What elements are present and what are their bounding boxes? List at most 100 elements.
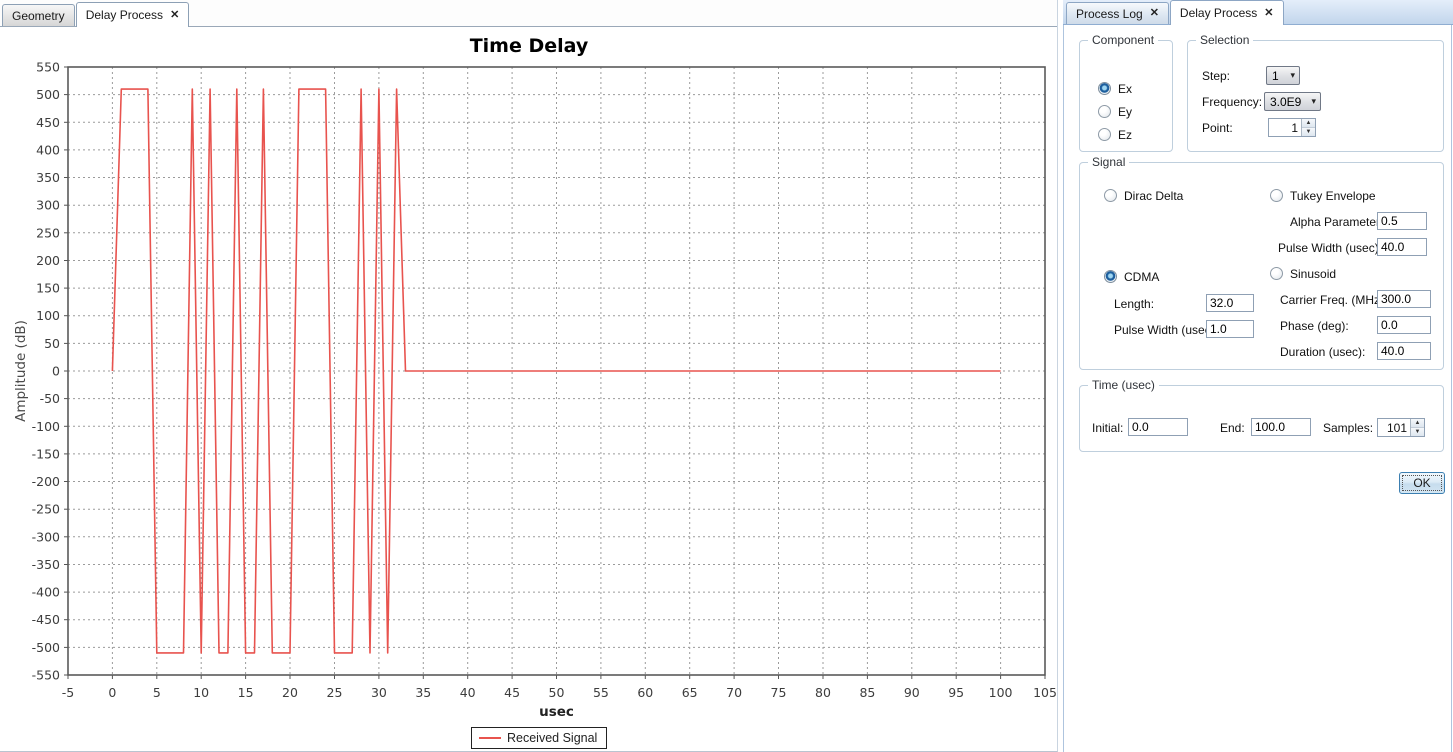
svg-text:85: 85 bbox=[859, 685, 875, 700]
tukey-pulse-width-field[interactable]: 40.0 bbox=[1377, 238, 1427, 256]
delay-process-settings-panel: Component Ex Ey Ez Selection Step: 1 ▾ F… bbox=[1063, 25, 1452, 752]
time-group: Time (usec) Initial: 0.0 End: 100.0 Samp… bbox=[1079, 385, 1444, 452]
svg-text:100: 100 bbox=[36, 308, 60, 323]
point-spinner[interactable]: 1 ▲▼ bbox=[1268, 118, 1316, 137]
svg-text:Amplitude (dB): Amplitude (dB) bbox=[13, 320, 29, 422]
cdma-length-field[interactable]: 32.0 bbox=[1206, 294, 1254, 312]
spin-up-icon[interactable]: ▲ bbox=[1411, 419, 1424, 428]
tab-process-log-label: Process Log bbox=[1076, 7, 1143, 21]
frequency-value: 3.0E9 bbox=[1270, 95, 1301, 109]
alpha-parameter-label: Alpha Parameter bbox=[1290, 215, 1380, 229]
initial-label: Initial: bbox=[1092, 421, 1123, 435]
svg-text:450: 450 bbox=[36, 115, 60, 130]
frequency-combobox[interactable]: 3.0E9 ▾ bbox=[1264, 92, 1321, 111]
svg-text:-450: -450 bbox=[32, 612, 60, 627]
svg-text:0: 0 bbox=[52, 364, 60, 379]
spin-up-icon[interactable]: ▲ bbox=[1302, 119, 1315, 128]
close-icon[interactable]: ✕ bbox=[1264, 8, 1273, 19]
chevron-down-icon: ▾ bbox=[1290, 70, 1295, 81]
spin-down-icon[interactable]: ▼ bbox=[1411, 428, 1424, 436]
svg-text:-5: -5 bbox=[62, 685, 74, 700]
component-group: Component Ex Ey Ez bbox=[1079, 40, 1173, 152]
svg-text:100: 100 bbox=[989, 685, 1013, 700]
signal-group: Signal Dirac Delta Tukey Envelope Alpha … bbox=[1079, 162, 1444, 370]
svg-text:90: 90 bbox=[904, 685, 920, 700]
svg-text:55: 55 bbox=[593, 685, 609, 700]
end-label: End: bbox=[1220, 421, 1245, 435]
radio-tukey-envelope-label: Tukey Envelope bbox=[1290, 189, 1376, 203]
radio-ex-label: Ex bbox=[1118, 82, 1132, 96]
svg-text:-150: -150 bbox=[32, 446, 60, 461]
tab-delay-process-left-label: Delay Process bbox=[86, 8, 163, 22]
step-combobox[interactable]: 1 ▾ bbox=[1266, 66, 1300, 85]
svg-text:50: 50 bbox=[44, 336, 60, 351]
step-value: 1 bbox=[1272, 69, 1279, 83]
radio-ey-label: Ey bbox=[1118, 105, 1132, 119]
svg-text:20: 20 bbox=[282, 685, 298, 700]
cdma-pulse-width-field[interactable]: 1.0 bbox=[1206, 320, 1254, 338]
close-icon[interactable]: ✕ bbox=[1150, 8, 1159, 19]
carrier-freq-field[interactable]: 300.0 bbox=[1377, 290, 1431, 308]
svg-text:400: 400 bbox=[36, 142, 60, 157]
svg-text:-100: -100 bbox=[32, 419, 60, 434]
ok-button[interactable]: OK bbox=[1399, 472, 1445, 494]
carrier-freq-label: Carrier Freq. (MHz): bbox=[1280, 293, 1387, 307]
svg-text:25: 25 bbox=[327, 685, 343, 700]
tab-delay-process-left[interactable]: Delay Process ✕ bbox=[76, 2, 190, 27]
tab-process-log[interactable]: Process Log ✕ bbox=[1066, 2, 1169, 24]
samples-value: 101 bbox=[1378, 419, 1410, 436]
point-label: Point: bbox=[1202, 121, 1233, 135]
svg-text:550: 550 bbox=[36, 60, 60, 75]
svg-text:45: 45 bbox=[504, 685, 520, 700]
svg-text:30: 30 bbox=[371, 685, 387, 700]
svg-text:50: 50 bbox=[549, 685, 565, 700]
svg-text:35: 35 bbox=[415, 685, 431, 700]
radio-cdma-label: CDMA bbox=[1124, 270, 1159, 284]
svg-text:-550: -550 bbox=[32, 668, 60, 683]
signal-group-title: Signal bbox=[1088, 155, 1129, 169]
svg-text:95: 95 bbox=[948, 685, 964, 700]
samples-label: Samples: bbox=[1323, 421, 1373, 435]
radio-ez-label: Ez bbox=[1118, 128, 1132, 142]
initial-field[interactable]: 0.0 bbox=[1128, 418, 1188, 436]
svg-text:350: 350 bbox=[36, 170, 60, 185]
svg-text:70: 70 bbox=[726, 685, 742, 700]
component-group-title: Component bbox=[1088, 33, 1158, 47]
chart-panel: Geometry Delay Process ✕ -50510152025303… bbox=[0, 0, 1058, 752]
chart-legend: Received Signal bbox=[471, 727, 607, 749]
svg-text:150: 150 bbox=[36, 281, 60, 296]
svg-text:200: 200 bbox=[36, 253, 60, 268]
alpha-parameter-field[interactable]: 0.5 bbox=[1377, 212, 1427, 230]
cdma-pulse-width-label: Pulse Width (usec): bbox=[1114, 323, 1218, 337]
svg-text:-50: -50 bbox=[40, 391, 60, 406]
radio-ey[interactable] bbox=[1098, 105, 1111, 118]
time-delay-chart: -505101520253035404550556065707580859095… bbox=[0, 27, 1058, 752]
selection-group-title: Selection bbox=[1196, 33, 1253, 47]
spinner-buttons[interactable]: ▲▼ bbox=[1410, 419, 1424, 436]
end-field[interactable]: 100.0 bbox=[1251, 418, 1311, 436]
svg-text:80: 80 bbox=[815, 685, 831, 700]
samples-spinner[interactable]: 101 ▲▼ bbox=[1377, 418, 1425, 437]
duration-field[interactable]: 40.0 bbox=[1377, 342, 1431, 360]
radio-ex[interactable] bbox=[1098, 82, 1111, 95]
chart-canvas: -505101520253035404550556065707580859095… bbox=[0, 0, 1058, 752]
tukey-pulse-width-label: Pulse Width (usec): bbox=[1278, 241, 1382, 255]
selection-group: Selection Step: 1 ▾ Frequency: 3.0E9 ▾ P… bbox=[1187, 40, 1444, 152]
svg-text:60: 60 bbox=[637, 685, 653, 700]
svg-text:-500: -500 bbox=[32, 640, 60, 655]
radio-dirac-delta[interactable] bbox=[1104, 189, 1117, 202]
time-group-title: Time (usec) bbox=[1088, 378, 1159, 392]
radio-cdma[interactable] bbox=[1104, 270, 1117, 283]
spinner-buttons[interactable]: ▲▼ bbox=[1301, 119, 1315, 136]
tab-delay-process-right[interactable]: Delay Process ✕ bbox=[1170, 0, 1284, 25]
phase-field[interactable]: 0.0 bbox=[1377, 316, 1431, 334]
svg-text:0: 0 bbox=[108, 685, 116, 700]
duration-label: Duration (usec): bbox=[1280, 345, 1365, 359]
spin-down-icon[interactable]: ▼ bbox=[1302, 128, 1315, 136]
close-icon[interactable]: ✕ bbox=[170, 10, 179, 21]
svg-text:10: 10 bbox=[193, 685, 209, 700]
radio-sinusoid[interactable] bbox=[1270, 267, 1283, 280]
radio-ez[interactable] bbox=[1098, 128, 1111, 141]
svg-text:usec: usec bbox=[539, 704, 574, 720]
radio-tukey-envelope[interactable] bbox=[1270, 189, 1283, 202]
